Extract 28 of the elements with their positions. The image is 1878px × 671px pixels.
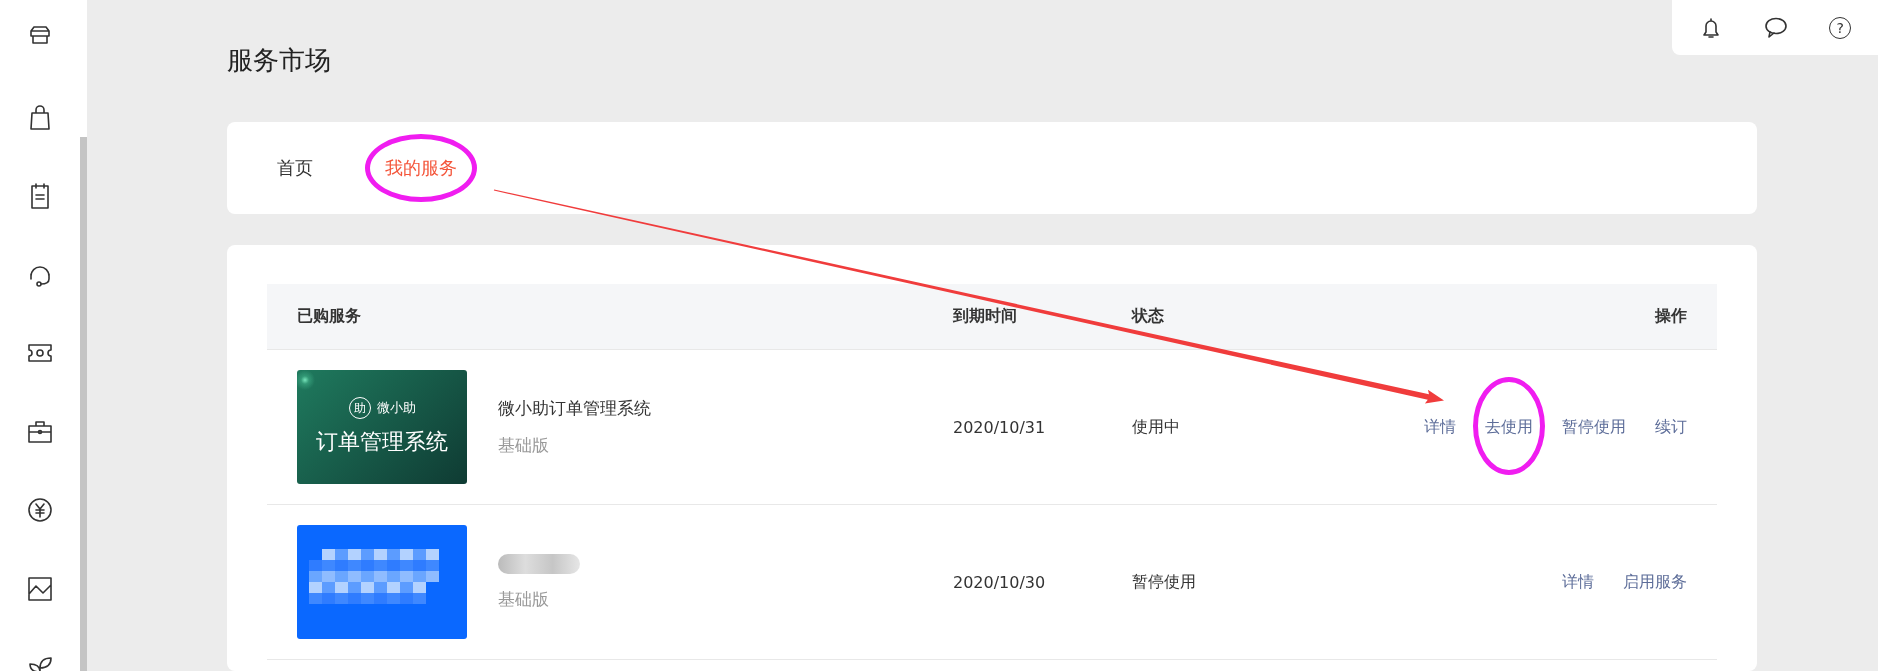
tab[interactable]: 我的服务: [385, 156, 457, 180]
chart-icon[interactable]: [27, 575, 53, 602]
action-link[interactable]: 详情: [1562, 571, 1594, 593]
table-cell-text: 2020/10/30: [953, 572, 1047, 592]
action-link[interactable]: 去使用: [1485, 416, 1533, 438]
service-name: 微小助订单管理系统: [498, 397, 651, 420]
page-title: 服务市场: [227, 44, 332, 77]
edition-label: 基础版: [498, 434, 550, 457]
action-link[interactable]: 详情: [1424, 416, 1456, 438]
action-link[interactable]: 暂停使用: [1562, 416, 1626, 438]
bag-icon[interactable]: [27, 104, 53, 131]
chat-icon[interactable]: [1764, 15, 1788, 40]
table-cell-text: 2020/10/31: [953, 417, 1047, 437]
column-header: 状态: [1132, 306, 1165, 327]
edition-label: 基础版: [498, 587, 550, 611]
table-cell-text: 暂停使用: [1132, 571, 1197, 593]
column-header: 到期时间: [953, 306, 1018, 327]
banner-title: 订单管理系统: [316, 428, 448, 456]
action-link[interactable]: 续订: [1655, 416, 1687, 438]
yuan-icon[interactable]: [27, 497, 53, 524]
briefcase-icon[interactable]: [27, 418, 53, 445]
brand-name: 微小助: [376, 399, 416, 417]
scrollbar-thumb[interactable]: [80, 137, 87, 671]
table-cell-text: 使用中: [1132, 416, 1181, 438]
column-header: 操作: [1653, 306, 1687, 327]
column-header: 已购服务: [297, 306, 362, 327]
tab[interactable]: 首页: [277, 156, 313, 180]
action-link[interactable]: 启用服务: [1623, 571, 1687, 593]
